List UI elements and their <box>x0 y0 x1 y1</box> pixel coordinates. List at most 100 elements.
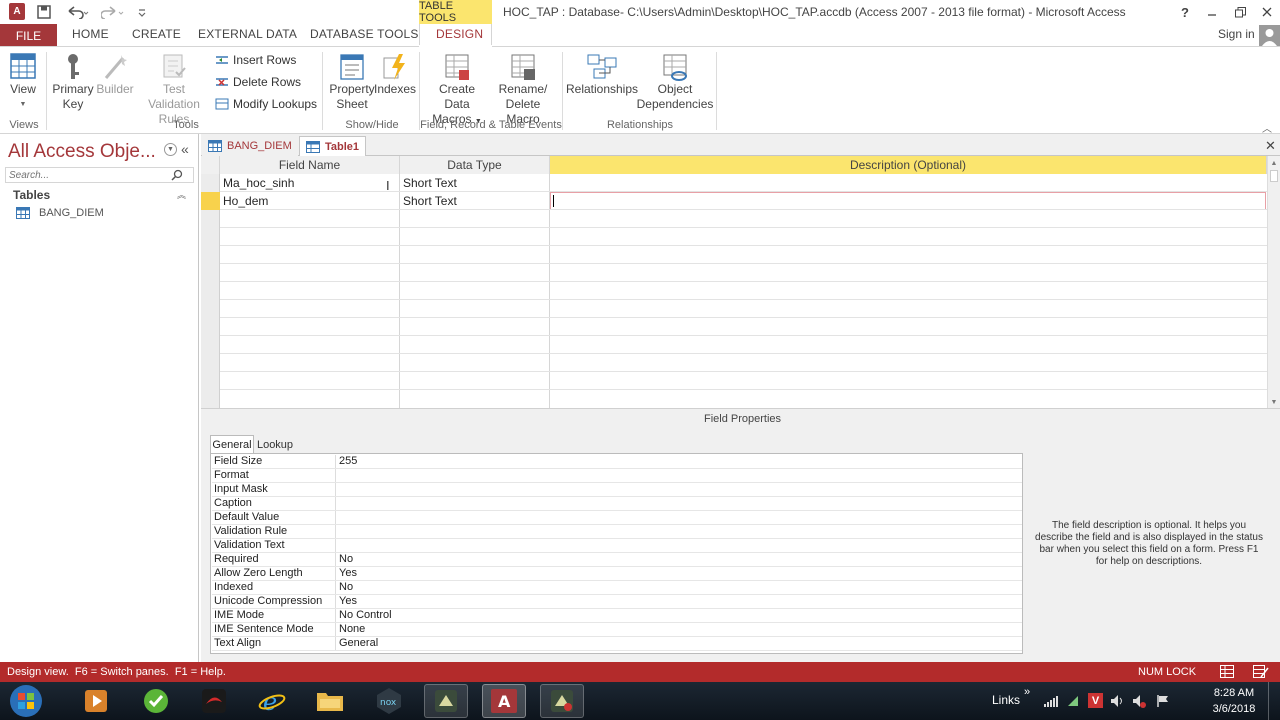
volume-muted-icon[interactable] <box>1132 694 1146 711</box>
create-data-macros-button[interactable]: Create Data Macros ▼ <box>425 52 489 129</box>
help-button[interactable]: ? <box>1171 2 1199 22</box>
restore-button[interactable] <box>1226 2 1254 22</box>
property-row[interactable]: IME Mode No Control <box>212 609 1022 623</box>
tab-design[interactable]: DESIGN <box>436 27 483 45</box>
data-type-cell[interactable]: Short Text <box>400 174 548 192</box>
tab-file[interactable]: FILE <box>0 24 57 47</box>
relationships-button[interactable]: Relationships <box>566 52 638 97</box>
primary-key-button[interactable]: Primary Key <box>52 52 94 112</box>
indexes-button[interactable]: Indexes <box>374 52 416 97</box>
clock-time[interactable]: 8:28 AM <box>1212 687 1256 699</box>
modify-lookups-button[interactable]: Modify Lookups <box>215 94 317 114</box>
table-icon <box>16 207 30 219</box>
tray-app-icon[interactable]: V <box>1088 693 1103 708</box>
taskbar-file-explorer[interactable] <box>308 684 352 718</box>
taskbar-red-app[interactable] <box>192 684 236 718</box>
description-cell[interactable] <box>550 174 1266 192</box>
user-avatar[interactable] <box>1259 25 1280 46</box>
minimize-button[interactable] <box>1198 2 1226 22</box>
links-toolbar[interactable]: Links <box>992 693 1020 707</box>
delete-rows-button[interactable]: Delete Rows <box>215 72 301 92</box>
group-label-relationships: Relationships <box>606 119 674 131</box>
nav-menu-dropdown-icon[interactable]: ▼ <box>164 143 177 156</box>
show-desktop-button[interactable] <box>1268 682 1280 720</box>
action-center-flag-icon[interactable] <box>1156 694 1170 711</box>
close-window-button[interactable] <box>1253 2 1280 22</box>
builder-button[interactable]: Builder <box>96 52 134 97</box>
property-row[interactable]: Caption <box>212 497 1022 511</box>
tab-lookup[interactable]: Lookup <box>255 437 295 453</box>
property-row[interactable]: Text Align General <box>212 637 1022 651</box>
save-icon[interactable] <box>36 3 52 20</box>
object-dependencies-button[interactable]: Object Dependencies <box>637 52 713 112</box>
property-row[interactable]: Input Mask <box>212 483 1022 497</box>
taskbar-access-active[interactable]: A <box>482 684 526 718</box>
taskbar-media-player[interactable] <box>74 684 118 718</box>
description-cell-active[interactable] <box>550 192 1266 210</box>
start-button[interactable] <box>3 684 49 718</box>
undo-icon[interactable] <box>64 3 90 20</box>
doc-tab-table1[interactable]: Table1 <box>299 136 367 156</box>
grid-corner <box>201 156 220 174</box>
collapse-section-icon[interactable]: ︽ <box>177 188 186 201</box>
view-button[interactable]: View ▼ <box>4 52 42 112</box>
tab-create[interactable]: CREATE <box>132 27 181 45</box>
property-row[interactable]: Default Value <box>212 511 1022 525</box>
nav-item-bang-diem[interactable]: BANG_DIEM <box>16 207 104 219</box>
data-type-cell[interactable]: Short Text <box>400 192 548 210</box>
nav-pane-title[interactable]: All Access Obje... <box>8 141 156 163</box>
property-row[interactable]: IME Sentence Mode None <box>212 623 1022 637</box>
nav-section-tables[interactable]: Tables <box>13 188 50 202</box>
clock-date[interactable]: 3/6/2018 <box>1208 703 1260 715</box>
signal-icon[interactable] <box>1044 694 1058 711</box>
property-row[interactable]: Allow Zero Length Yes <box>212 567 1022 581</box>
redo-icon[interactable] <box>100 3 126 20</box>
tab-home[interactable]: HOME <box>72 27 109 45</box>
field-name-cell[interactable]: Ho_dem <box>220 192 398 210</box>
tab-external-data[interactable]: EXTERNAL DATA <box>198 27 297 45</box>
property-sheet-button[interactable]: Property Sheet <box>328 52 376 112</box>
grid-vertical-scrollbar[interactable]: ▲ ▼ <box>1267 156 1280 408</box>
taskbar-app-pin[interactable] <box>424 684 468 718</box>
doc-tab-bang-diem[interactable]: BANG_DIEM <box>202 136 298 156</box>
property-row[interactable]: Unicode Compression Yes <box>212 595 1022 609</box>
taskbar-app-running[interactable] <box>540 684 584 718</box>
scrollbar-thumb[interactable] <box>1270 170 1278 182</box>
grid-row-line <box>220 263 1267 264</box>
property-help-text: The field description is optional. It he… <box>1035 520 1263 567</box>
speaker-icon[interactable] <box>1110 694 1124 711</box>
nav-search-box[interactable] <box>5 167 194 183</box>
taskbar-browser-green[interactable] <box>134 684 178 718</box>
shutter-bar-close-icon[interactable]: « <box>181 141 189 157</box>
test-validation-rules-button[interactable]: Test Validation Rules <box>136 52 212 127</box>
datasheet-view-icon[interactable] <box>1220 665 1234 681</box>
sign-in-link[interactable]: Sign in <box>1218 27 1255 41</box>
rename-delete-macro-button[interactable]: Rename/ Delete Macro <box>489 52 557 127</box>
property-row[interactable]: Field Size 255 <box>212 455 1022 469</box>
header-field-name[interactable]: Field Name <box>220 156 400 174</box>
close-document-icon[interactable]: ✕ <box>1265 138 1276 154</box>
property-row[interactable]: Validation Text <box>212 539 1022 553</box>
taskbar-internet-explorer[interactable]: e <box>250 684 294 718</box>
property-row[interactable]: Format <box>212 469 1022 483</box>
insert-rows-button[interactable]: Insert Rows <box>215 50 296 70</box>
row-selector-current[interactable] <box>201 192 220 210</box>
header-description[interactable]: Description (Optional) <box>550 156 1267 174</box>
property-row[interactable]: Required No <box>212 553 1022 567</box>
header-data-type[interactable]: Data Type <box>400 156 550 174</box>
network-icon[interactable] <box>1066 694 1080 711</box>
property-row[interactable]: Validation Rule <box>212 525 1022 539</box>
design-view-icon[interactable] <box>1253 665 1269 681</box>
collapse-ribbon-icon[interactable]: ︿ <box>1262 120 1272 135</box>
nav-search-input[interactable] <box>6 169 171 181</box>
field-name-cell[interactable]: Ma_hoc_sinh <box>220 174 398 192</box>
taskbar-nox[interactable]: nox <box>367 684 411 718</box>
property-row[interactable]: Indexed No <box>212 581 1022 595</box>
search-icon <box>171 169 183 181</box>
tab-database-tools[interactable]: DATABASE TOOLS <box>310 27 419 45</box>
group-label-showhide: Show/Hide <box>345 119 399 131</box>
toolbar-expand-icon[interactable]: » <box>1024 686 1030 698</box>
customize-qat-icon[interactable] <box>134 3 150 20</box>
tab-general[interactable]: General <box>210 435 254 453</box>
window-title: HOC_TAP : Database- C:\Users\Admin\Deskt… <box>503 5 1126 19</box>
